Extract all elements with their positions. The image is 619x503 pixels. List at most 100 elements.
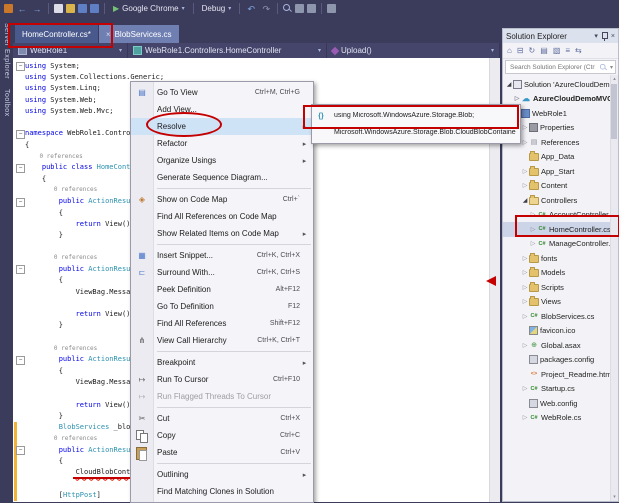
menu-item-organize-usings[interactable]: Organize Usings▸ xyxy=(131,152,313,169)
expander-collapsed-icon[interactable]: ▷ xyxy=(521,414,529,421)
tree-item-blobservices-cs[interactable]: ▷C#BlobServices.cs xyxy=(503,309,618,324)
tree-item-fonts[interactable]: ▷fonts xyxy=(503,251,618,266)
fold-marker[interactable]: − xyxy=(16,265,25,274)
pin-icon[interactable] xyxy=(601,32,608,41)
scroll-down-icon[interactable]: ▾ xyxy=(611,494,618,500)
expander-collapsed-icon[interactable]: ▷ xyxy=(521,124,529,131)
tree-item-project-readme-html[interactable]: <>Project_Readme.html xyxy=(503,367,618,382)
refresh-icon[interactable]: ↻ xyxy=(529,46,536,56)
find-in-files-icon[interactable] xyxy=(283,4,292,13)
tree-item-startup-cs[interactable]: ▷C#Startup.cs xyxy=(503,382,618,397)
menu-item-go-to-view[interactable]: Go To ViewCtrl+M, Ctrl+G xyxy=(131,84,313,101)
tree-item-managecontroller-cs[interactable]: ▷C#ManageController.cs xyxy=(503,237,618,252)
sync-with-active-document-icon[interactable]: ⇆ xyxy=(575,46,582,56)
new-project-icon[interactable] xyxy=(54,4,63,13)
view-code-icon[interactable]: ≡ xyxy=(565,46,570,56)
tree-item-favicon-ico[interactable]: favicon.ico xyxy=(503,324,618,339)
tree-item-app-data[interactable]: App_Data xyxy=(503,150,618,165)
submenu-item-using-microsoft-windowsazure-storage-blob[interactable]: using Microsoft.WindowsAzure.Storage.Blo… xyxy=(312,107,520,124)
close-icon[interactable]: × xyxy=(611,33,615,40)
show-all-files-icon[interactable]: ▤ xyxy=(540,46,548,56)
expander-collapsed-icon[interactable]: ▷ xyxy=(521,255,529,262)
menu-item-copy[interactable]: CopyCtrl+C xyxy=(131,427,313,444)
menu-item-outlining[interactable]: Outlining▸ xyxy=(131,466,313,483)
tree-item-accountcontroller-cs[interactable]: ▷C#AccountController.cs xyxy=(503,208,618,223)
menu-item-surround-with[interactable]: Surround With...Ctrl+K, Ctrl+S xyxy=(131,264,313,281)
member-dropdown[interactable]: Upload() ▾ xyxy=(327,43,500,58)
tree-scrollbar[interactable]: ▴ ▾ xyxy=(610,75,618,501)
menu-item-view-call-hierarchy[interactable]: View Call HierarchyCtrl+K, Ctrl+T xyxy=(131,332,313,349)
menu-item-cut[interactable]: CutCtrl+X xyxy=(131,410,313,427)
tree-item-packages-config[interactable]: packages.config xyxy=(503,353,618,368)
expander-collapsed-icon[interactable]: ▷ xyxy=(529,226,537,233)
expander-expanded-icon[interactable]: ◢ xyxy=(505,81,513,88)
tree-item-homecontroller-cs[interactable]: ▷C#HomeController.cs xyxy=(503,222,618,237)
menu-item-run-to-cursor[interactable]: Run To CursorCtrl+F10 xyxy=(131,371,313,388)
navigate-forward-icon[interactable]: → xyxy=(31,4,43,14)
tree-item-controllers[interactable]: ◢Controllers xyxy=(503,193,618,208)
menu-item-show-related-items-on-code-map[interactable]: Show Related Items on Code Map▸ xyxy=(131,225,313,242)
fold-marker[interactable]: − xyxy=(16,446,25,455)
menu-item-breakpoint[interactable]: Breakpoint▸ xyxy=(131,354,313,371)
menu-item-insert-snippet[interactable]: Insert Snippet...Ctrl+K, Ctrl+X xyxy=(131,247,313,264)
menu-item-generate-sequence-diagram[interactable]: Generate Sequence Diagram... xyxy=(131,169,313,186)
redo-icon[interactable]: ↷ xyxy=(260,4,272,14)
start-page-icon[interactable] xyxy=(4,4,13,13)
collapse-all-icon[interactable]: ⊟ xyxy=(517,46,524,56)
fold-marker[interactable]: − xyxy=(16,198,25,207)
expander-collapsed-icon[interactable]: ▷ xyxy=(521,269,529,276)
fold-marker[interactable]: − xyxy=(16,356,25,365)
scrollbar-thumb[interactable] xyxy=(611,84,617,139)
fold-marker[interactable]: − xyxy=(16,130,25,139)
chevron-down-icon[interactable]: ▾ xyxy=(610,64,613,71)
expander-collapsed-icon[interactable]: ▷ xyxy=(521,168,529,175)
menu-item-find-all-references[interactable]: Find All ReferencesShift+F12 xyxy=(131,315,313,332)
expander-collapsed-icon[interactable]: ▷ xyxy=(521,313,529,320)
document-tab-blobservices-cs[interactable]: ×BlobServices.cs xyxy=(99,25,179,43)
solution-explorer-icon[interactable] xyxy=(295,4,304,13)
navigate-backward-icon[interactable]: ← xyxy=(16,4,28,14)
fold-marker[interactable]: − xyxy=(16,62,25,71)
expander-collapsed-icon[interactable]: ▷ xyxy=(521,284,529,291)
tree-item-app-start[interactable]: ▷App_Start xyxy=(503,164,618,179)
tree-item-scripts[interactable]: ▷Scripts xyxy=(503,280,618,295)
tree-item-views[interactable]: ▷Views xyxy=(503,295,618,310)
menu-item-refactor[interactable]: Refactor▸ xyxy=(131,135,313,152)
project-dropdown[interactable]: WebRole1 ▾ xyxy=(13,43,128,58)
menu-item-add-view[interactable]: Add View... xyxy=(131,101,313,118)
tree-item-solution-azureclouddemomvc-2[interactable]: ◢Solution 'AzureCloudDemoMVC' (2 xyxy=(503,77,618,92)
menu-item-peek-definition[interactable]: Peek DefinitionAlt+F12 xyxy=(131,281,313,298)
expander-collapsed-icon[interactable]: ▷ xyxy=(521,342,529,349)
open-file-icon[interactable] xyxy=(66,4,75,13)
type-dropdown[interactable]: WebRole1.Controllers.HomeController ▾ xyxy=(128,43,327,58)
dock-tab-toolbox[interactable]: Toolbox xyxy=(3,89,10,117)
menu-item-resolve[interactable]: Resolve▸ xyxy=(131,118,313,135)
expander-collapsed-icon[interactable]: ▷ xyxy=(521,182,529,189)
properties-window-icon[interactable] xyxy=(307,4,316,13)
undo-icon[interactable]: ↶ xyxy=(245,4,257,14)
tree-item-global-asax[interactable]: ▷⊕Global.asax xyxy=(503,338,618,353)
search-input[interactable] xyxy=(508,63,597,72)
menu-item-find-matching-clones-in-solution[interactable]: Find Matching Clones in Solution xyxy=(131,483,313,500)
start-debugging-button[interactable]: ▶Google Chrome▾ xyxy=(110,4,188,13)
menu-item-run-flagged-threads-to-cursor[interactable]: Run Flagged Threads To Cursor xyxy=(131,388,313,405)
menu-item-go-to-definition[interactable]: Go To DefinitionF12 xyxy=(131,298,313,315)
menu-item-find-all-references-on-code-map[interactable]: Find All References on Code Map xyxy=(131,208,313,225)
tree-item-models[interactable]: ▷Models xyxy=(503,266,618,281)
solution-configurations-dropdown[interactable]: Debug▾ xyxy=(199,4,235,13)
home-icon[interactable]: ⌂ xyxy=(507,46,512,56)
close-icon[interactable]: × xyxy=(106,30,111,39)
tree-item-content[interactable]: ▷Content xyxy=(503,179,618,194)
dock-tab-server-explorer[interactable]: Server Explorer xyxy=(3,23,10,79)
bookmark-window-icon[interactable] xyxy=(327,4,336,13)
menu-item-show-on-code-map[interactable]: Show on Code MapCtrl+` xyxy=(131,191,313,208)
expander-collapsed-icon[interactable]: ▷ xyxy=(521,139,529,146)
tree-item-webrole-cs[interactable]: ▷C#WebRole.cs xyxy=(503,411,618,426)
save-all-icon[interactable] xyxy=(90,4,99,13)
expander-collapsed-icon[interactable]: ▷ xyxy=(529,211,537,218)
tree-item-web-config[interactable]: Web.config xyxy=(503,396,618,411)
expander-collapsed-icon[interactable]: ▷ xyxy=(521,385,529,392)
scroll-up-icon[interactable]: ▴ xyxy=(611,76,618,82)
chevron-down-icon[interactable]: ▾ xyxy=(594,32,598,40)
expander-collapsed-icon[interactable]: ▷ xyxy=(513,95,521,102)
